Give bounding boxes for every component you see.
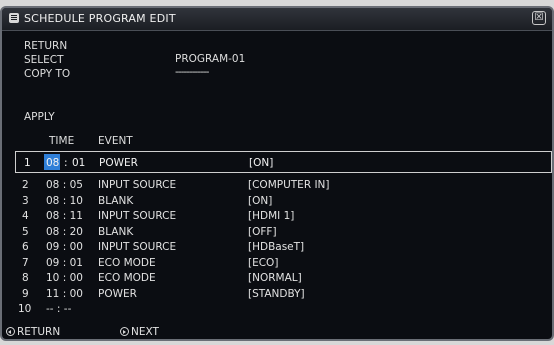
return-menu-item[interactable]: RETURN xyxy=(24,39,70,53)
row-value[interactable]: [ECO] xyxy=(248,256,278,270)
row-number: 6 xyxy=(22,241,29,253)
schedule-row[interactable]: 6 09 : 00 INPUT SOURCE [HDBaseT] xyxy=(2,240,552,254)
menu-list: RETURN SELECT COPY TO xyxy=(24,39,70,81)
row-number: 3 xyxy=(22,195,29,207)
close-button[interactable]: ☒ xyxy=(532,11,546,25)
row-value[interactable]: [HDBaseT] xyxy=(248,240,304,254)
row-number: 7 xyxy=(22,257,29,269)
left-arrow-icon xyxy=(6,327,15,336)
next-footer-label: NEXT xyxy=(131,326,159,338)
return-footer-button[interactable]: RETURN xyxy=(6,326,60,338)
row-number: 2 xyxy=(22,179,29,191)
row-value[interactable]: [STANDBY] xyxy=(248,287,305,301)
select-menu-item[interactable]: SELECT xyxy=(24,53,70,67)
schedule-row[interactable]: 7 09 : 01 ECO MODE [ECO] xyxy=(2,256,552,270)
row-event[interactable]: ECO MODE xyxy=(98,271,156,285)
schedule-row[interactable]: 4 08 : 11 INPUT SOURCE [HDMI 1] xyxy=(2,209,552,223)
schedule-row[interactable]: 10 -- : -- xyxy=(2,302,552,316)
row-event[interactable]: BLANK xyxy=(98,225,133,239)
row-minute[interactable]: 01 xyxy=(72,156,85,170)
schedule-row[interactable]: 2 08 : 05 INPUT SOURCE [COMPUTER IN] xyxy=(2,178,552,192)
row-event[interactable]: INPUT SOURCE xyxy=(98,209,176,223)
row-time[interactable]: -- : -- xyxy=(46,302,71,316)
row-number: 4 xyxy=(22,210,29,222)
apply-menu-item[interactable]: APPLY xyxy=(24,111,55,123)
row-value[interactable]: [NORMAL] xyxy=(248,271,302,285)
row-event[interactable]: INPUT SOURCE xyxy=(98,240,176,254)
window-title: SCHEDULE PROGRAM EDIT xyxy=(24,12,176,25)
schedule-row[interactable]: 8 10 : 00 ECO MODE [NORMAL] xyxy=(2,271,552,285)
row-time[interactable]: 11 : 00 xyxy=(46,287,83,301)
row-value[interactable]: [COMPUTER IN] xyxy=(248,178,330,192)
row-number: 1 xyxy=(24,157,31,169)
schedule-row[interactable]: 9 11 : 00 POWER [STANDBY] xyxy=(2,287,552,301)
row-event[interactable]: POWER xyxy=(99,156,138,170)
row-value[interactable]: [ON] xyxy=(249,156,273,170)
return-footer-label: RETURN xyxy=(17,326,61,338)
schedule-row-selected[interactable]: 1 08 : 01 POWER [ON] xyxy=(15,151,552,173)
row-event[interactable]: BLANK xyxy=(98,194,133,208)
schedule-row[interactable]: 3 08 : 10 BLANK [ON] xyxy=(2,194,552,208)
select-program-value[interactable]: PROGRAM-01 xyxy=(175,53,245,65)
schedule-menu-icon xyxy=(9,13,19,23)
row-time[interactable]: 10 : 00 xyxy=(46,271,83,285)
row-time[interactable]: 08 : 05 xyxy=(46,178,83,192)
row-value[interactable]: [ON] xyxy=(248,194,272,208)
time-column-header: TIME xyxy=(49,135,75,147)
next-footer-button[interactable]: NEXT xyxy=(120,326,159,338)
copy-to-menu-item[interactable]: COPY TO xyxy=(24,67,70,81)
time-separator: : xyxy=(64,157,68,169)
row-number: 8 xyxy=(22,272,29,284)
row-hour[interactable]: 08 xyxy=(46,156,59,170)
row-time[interactable]: 09 : 00 xyxy=(46,240,83,254)
event-column-header: EVENT xyxy=(98,135,133,147)
title-bar: SCHEDULE PROGRAM EDIT ☒ xyxy=(2,8,552,31)
row-number: 10 xyxy=(18,303,32,315)
row-number: 9 xyxy=(22,288,29,300)
row-event[interactable]: POWER xyxy=(98,287,137,301)
schedule-row[interactable]: 5 08 : 20 BLANK [OFF] xyxy=(2,225,552,239)
copy-to-value[interactable]: ------------ xyxy=(175,66,209,78)
row-time[interactable]: 08 : 10 xyxy=(46,194,83,208)
row-value[interactable]: [HDMI 1] xyxy=(248,209,294,223)
schedule-program-edit-window: SCHEDULE PROGRAM EDIT ☒ RETURN SELECT CO… xyxy=(0,6,554,341)
row-number: 5 xyxy=(22,226,29,238)
row-time[interactable]: 08 : 11 xyxy=(46,209,83,223)
row-time[interactable]: 08 : 20 xyxy=(46,225,83,239)
row-event[interactable]: ECO MODE xyxy=(98,256,156,270)
right-arrow-icon xyxy=(120,327,129,336)
row-time[interactable]: 09 : 01 xyxy=(46,256,83,270)
row-event[interactable]: INPUT SOURCE xyxy=(98,178,176,192)
row-value[interactable]: [OFF] xyxy=(248,225,277,239)
